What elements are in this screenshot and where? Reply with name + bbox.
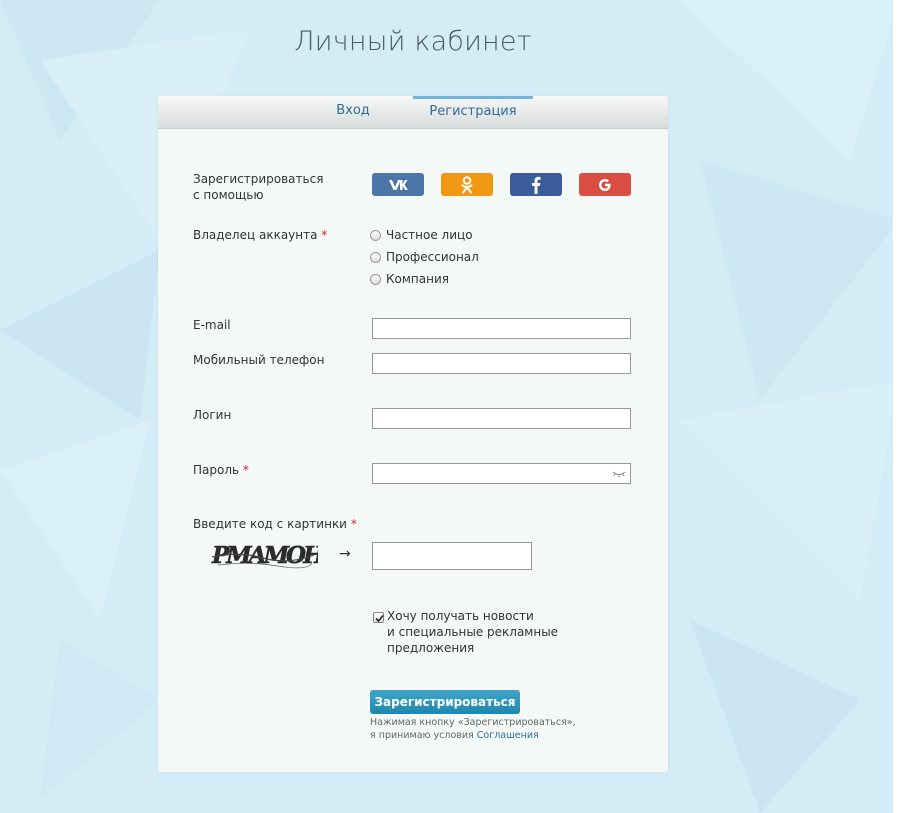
required-marker: * [321,228,328,242]
odnoklassniki-button[interactable] [441,173,493,196]
page-title: Личный кабинет [294,26,532,57]
password-label-text: Пароль [193,463,240,477]
vk-button[interactable] [372,173,424,196]
newsletter-checkbox[interactable] [373,612,384,623]
social-label-line2: с помощью [193,188,264,202]
radio-professional[interactable]: Профессионал [370,249,479,265]
captcha-label-text: Введите код с картинки [193,517,347,531]
social-label-line1: Зарегистрироваться [193,172,324,186]
newsletter-line2: и специальные рекламные [387,625,559,639]
google-icon [599,178,611,191]
social-label: Зарегистрироваться с помощью [193,171,323,203]
newsletter-line3: предложения [387,641,475,655]
password-input[interactable] [372,463,631,484]
google-button[interactable] [579,173,631,196]
ok-icon [461,175,473,193]
registration-card: Вход Регистрация Зарегистрироваться с по… [158,96,668,772]
tab-register[interactable]: Регистрация [413,96,533,126]
captcha-input[interactable] [372,542,532,570]
eye-closed-icon[interactable] [611,469,627,479]
owner-label: Владелец аккаунта * [193,227,327,243]
vk-icon [389,179,408,190]
owner-label-text: Владелец аккаунта [193,228,318,242]
facebook-button[interactable] [510,173,562,196]
radio-circle[interactable] [370,273,381,285]
window-scroll-edge [892,0,899,813]
required-marker: * [350,517,357,531]
captcha-image: PMAMOH [211,542,318,570]
terms-prefix: я принимаю условия [370,730,477,741]
terms-line2: я принимаю условия Соглашения [370,729,576,742]
phone-label: Мобильный телефон [193,353,325,367]
email-label: E-mail [193,318,231,332]
login-input[interactable] [372,408,631,429]
tab-bar: Вход Регистрация [158,96,668,129]
radio-private[interactable]: Частное лицо [370,227,473,243]
tab-login[interactable]: Вход [318,96,388,126]
captcha-label: Введите код с картинки * [193,516,357,532]
terms-line1: Нажимая кнопку «Зарегистрироваться», [370,717,576,728]
terms-text: Нажимая кнопку «Зарегистрироваться», я п… [370,716,576,742]
radio-circle[interactable] [370,229,381,241]
facebook-icon [532,176,541,194]
radio-circle[interactable] [370,251,381,263]
register-button[interactable]: Зарегистрироваться [370,690,520,714]
agreement-link[interactable]: Соглашения [477,730,539,741]
newsletter-label: Хочу получать новости и специальные рекл… [387,608,558,656]
captcha-code: PMAMOH [211,542,318,569]
radio-company[interactable]: Компания [370,271,449,287]
required-marker: * [242,463,249,477]
login-label: Логин [193,408,232,422]
captcha-arrow: → [339,546,351,562]
radio-label-company: Компания [386,272,449,286]
phone-input[interactable] [372,353,631,374]
password-label: Пароль * [193,462,249,478]
radio-label-private: Частное лицо [386,228,473,242]
checkmark-icon [375,614,384,623]
radio-label-professional: Профессионал [386,250,479,264]
newsletter-line1: Хочу получать новости [387,609,534,623]
email-input[interactable] [372,318,631,339]
